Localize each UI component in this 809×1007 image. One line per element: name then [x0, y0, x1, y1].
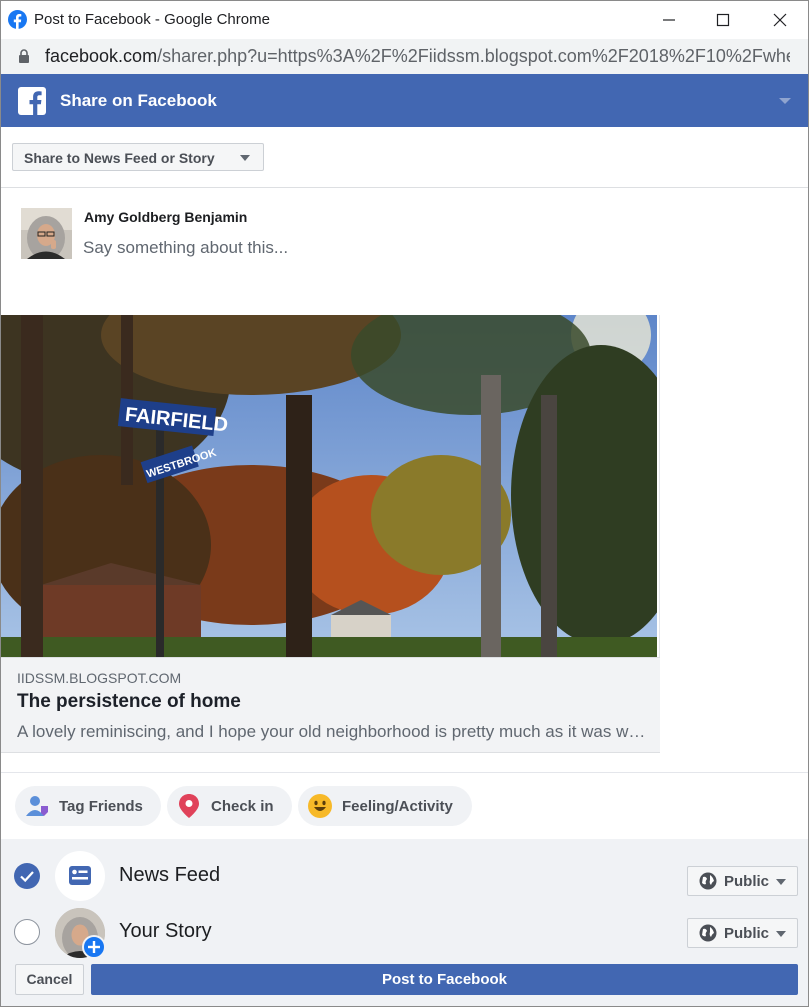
- news-feed-label: News Feed: [119, 864, 221, 886]
- header-title: Share on Facebook: [60, 91, 217, 110]
- feeling-activity-button[interactable]: Feeling/Activity: [298, 786, 472, 826]
- facebook-favicon-icon: [8, 10, 27, 29]
- location-pin-icon: [179, 794, 199, 818]
- news-feed-checkbox[interactable]: [14, 863, 40, 889]
- smiley-icon: [308, 794, 332, 818]
- divider: [1, 187, 808, 188]
- facebook-logo-icon: [18, 87, 46, 115]
- close-icon: [773, 13, 787, 27]
- your-story-privacy-label: Public: [724, 925, 770, 942]
- link-description: A lovely reminiscing, and I hope your ol…: [17, 722, 647, 741]
- feeling-activity-label: Feeling/Activity: [342, 798, 453, 815]
- share-target-dropdown[interactable]: Share to News Feed or Story: [12, 143, 264, 171]
- minimize-icon: [663, 19, 675, 21]
- news-feed-icon: [55, 851, 105, 901]
- news-feed-privacy-dropdown[interactable]: Public: [687, 866, 798, 896]
- post-text-input[interactable]: Say something about this...: [83, 238, 288, 258]
- chevron-down-icon: [776, 931, 786, 937]
- tag-friends-icon: [26, 796, 48, 816]
- add-story-icon: [82, 935, 106, 959]
- your-story-privacy-dropdown[interactable]: Public: [687, 918, 798, 948]
- share-dialog-header: Share on Facebook: [0, 74, 809, 127]
- link-preview-card[interactable]: FAIRFIELD WESTBROOK IIDSSM.BLOGSPOT.COM …: [1, 315, 660, 753]
- tag-friends-label: Tag Friends: [59, 798, 143, 815]
- chevron-down-icon: [776, 879, 786, 885]
- link-preview-meta: IIDSSM.BLOGSPOT.COM The persistence of h…: [1, 657, 660, 753]
- share-target-label: Share to News Feed or Story: [24, 150, 215, 166]
- header-menu-caret-icon[interactable]: [779, 98, 791, 104]
- post-to-facebook-button[interactable]: Post to Facebook: [91, 964, 798, 995]
- url-host: facebook.com: [45, 46, 158, 66]
- window-titlebar: Post to Facebook - Google Chrome: [0, 0, 809, 39]
- maximize-icon: [716, 13, 730, 27]
- lock-icon: [19, 49, 29, 63]
- globe-icon: [699, 872, 717, 890]
- user-avatar: [21, 208, 72, 259]
- link-domain: IIDSSM.BLOGSPOT.COM: [17, 670, 182, 686]
- news-feed-privacy-label: Public: [724, 873, 770, 890]
- share-dialog-body: Share to News Feed or Story Amy Goldberg…: [0, 127, 809, 1007]
- url-text[interactable]: facebook.com/sharer.php?u=https%3A%2F%2F…: [45, 46, 790, 67]
- your-story-checkbox[interactable]: [14, 919, 40, 945]
- divider: [1, 772, 808, 773]
- url-path: /sharer.php?u=https%3A%2F%2Fiidssm.blogs…: [157, 46, 790, 66]
- window-title: Post to Facebook - Google Chrome: [34, 11, 270, 28]
- link-preview-image: FAIRFIELD WESTBROOK: [1, 315, 657, 657]
- check-in-label: Check in: [211, 798, 274, 815]
- tag-friends-button[interactable]: Tag Friends: [15, 786, 161, 826]
- maximize-button[interactable]: [696, 1, 750, 39]
- your-story-label: Your Story: [119, 920, 212, 942]
- check-in-button[interactable]: Check in: [167, 786, 292, 826]
- address-bar[interactable]: facebook.com/sharer.php?u=https%3A%2F%2F…: [0, 39, 809, 74]
- user-name[interactable]: Amy Goldberg Benjamin: [84, 209, 247, 225]
- chevron-down-icon: [240, 155, 250, 161]
- globe-icon: [699, 924, 717, 942]
- link-title: The persistence of home: [17, 691, 241, 712]
- minimize-button[interactable]: [642, 1, 696, 39]
- checkmark-icon: [20, 871, 34, 883]
- cancel-button[interactable]: Cancel: [15, 964, 84, 995]
- close-button[interactable]: [753, 1, 807, 39]
